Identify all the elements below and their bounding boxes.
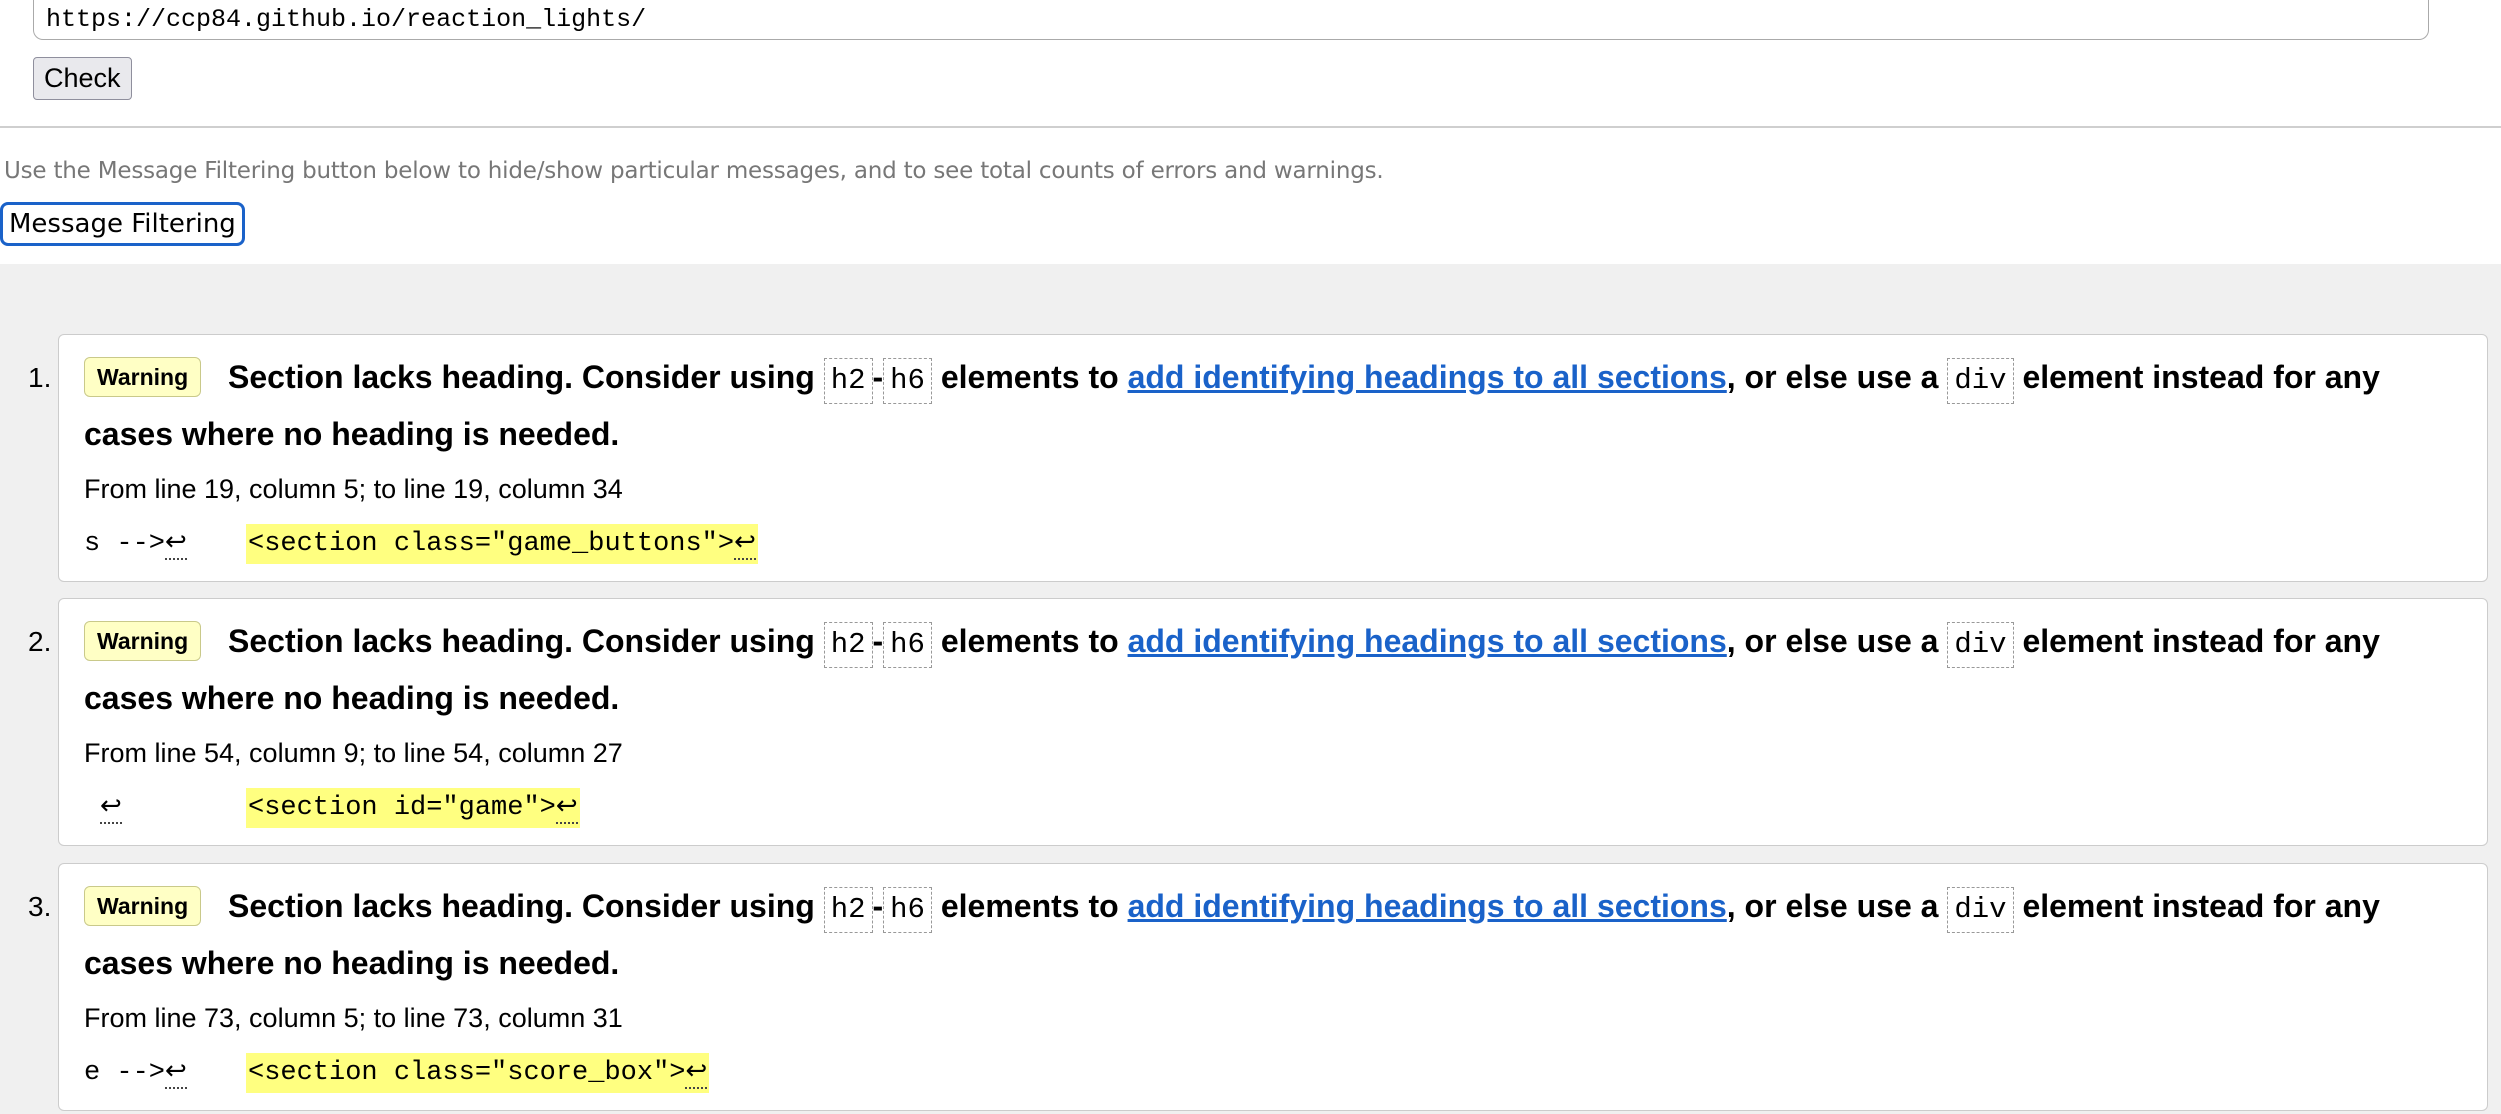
code-h2: h2: [823, 358, 873, 404]
message-text: Section lacks heading. Consider using h2…: [84, 878, 2464, 992]
message-item: Warning Section lacks heading. Consider …: [58, 863, 2488, 1111]
line-break-icon: ↩: [555, 790, 578, 824]
message-text-part: , or else use a: [1726, 359, 1948, 395]
url-input[interactable]: [33, 0, 2429, 40]
extract-highlight: <section class="score_box">↩: [246, 1053, 710, 1093]
headings-link[interactable]: add identifying headings to all sections: [1128, 359, 1727, 395]
code-h6: h6: [883, 622, 932, 668]
extract-highlight: <section id="game">↩: [246, 788, 580, 828]
source-extract: e -->↩ <section class="score_box">↩: [84, 1053, 2464, 1093]
check-button[interactable]: Check: [33, 57, 132, 100]
message-text-part: , or else use a: [1726, 888, 1948, 924]
source-extract: ↩ <section id="game">↩: [84, 788, 2464, 828]
location-text: From line 73, column 5; to line 73, colu…: [84, 1003, 623, 1033]
help-text: Use the Message Filtering button below t…: [4, 158, 1384, 184]
code-h2: h2: [823, 622, 873, 668]
headings-link[interactable]: add identifying headings to all sections: [1128, 623, 1727, 659]
message-text-part: , or else use a: [1726, 623, 1948, 659]
location-text: From line 19, column 5; to line 19, colu…: [84, 474, 623, 504]
line-break-icon: ↩: [100, 790, 122, 824]
extract-context: e -->↩: [84, 1055, 187, 1089]
message-text-part: elements to: [931, 888, 1128, 924]
extract-context: ↩: [100, 788, 122, 828]
divider: [0, 126, 2501, 128]
message-text-part: elements to: [931, 359, 1128, 395]
results-list: 1. Warning Section lacks heading. Consid…: [0, 264, 2501, 1114]
code-h6: h6: [883, 358, 932, 404]
extract-highlight: <section class="game_buttons">↩: [246, 524, 758, 564]
line-break-icon: ↩: [165, 526, 187, 560]
source-extract: s -->↩ <section class="game_buttons">↩: [84, 524, 2464, 564]
message-number: 2.: [28, 626, 52, 657]
message-number: 3.: [28, 891, 52, 922]
location-text: From line 54, column 9; to line 54, colu…: [84, 738, 623, 768]
url-form: Check: [0, 0, 2501, 127]
line-break-icon: ↩: [165, 1055, 187, 1089]
line-break-icon: ↩: [734, 526, 756, 560]
message-item: Warning Section lacks heading. Consider …: [58, 598, 2488, 846]
separator: -: [872, 359, 884, 395]
separator: -: [872, 623, 884, 659]
headings-link[interactable]: add identifying headings to all sections: [1128, 888, 1727, 924]
line-break-icon: ↩: [685, 1055, 708, 1089]
message-text-part: Section lacks heading. Consider using: [228, 623, 824, 659]
message-text: Section lacks heading. Consider using h2…: [84, 349, 2464, 463]
code-h6: h6: [883, 887, 932, 933]
message-text-part: Section lacks heading. Consider using: [228, 888, 824, 924]
extract-context: s -->↩: [84, 526, 187, 560]
message-number: 1.: [28, 362, 52, 393]
message-text: Section lacks heading. Consider using h2…: [84, 613, 2464, 727]
code-div: div: [1947, 358, 2014, 404]
code-div: div: [1947, 887, 2014, 933]
message-text-part: elements to: [931, 623, 1128, 659]
message-filtering-button[interactable]: Message Filtering: [0, 202, 245, 246]
message-text-part: Section lacks heading. Consider using: [228, 359, 824, 395]
separator: -: [872, 888, 884, 924]
message-item: Warning Section lacks heading. Consider …: [58, 334, 2488, 582]
code-h2: h2: [823, 887, 873, 933]
code-div: div: [1947, 622, 2014, 668]
